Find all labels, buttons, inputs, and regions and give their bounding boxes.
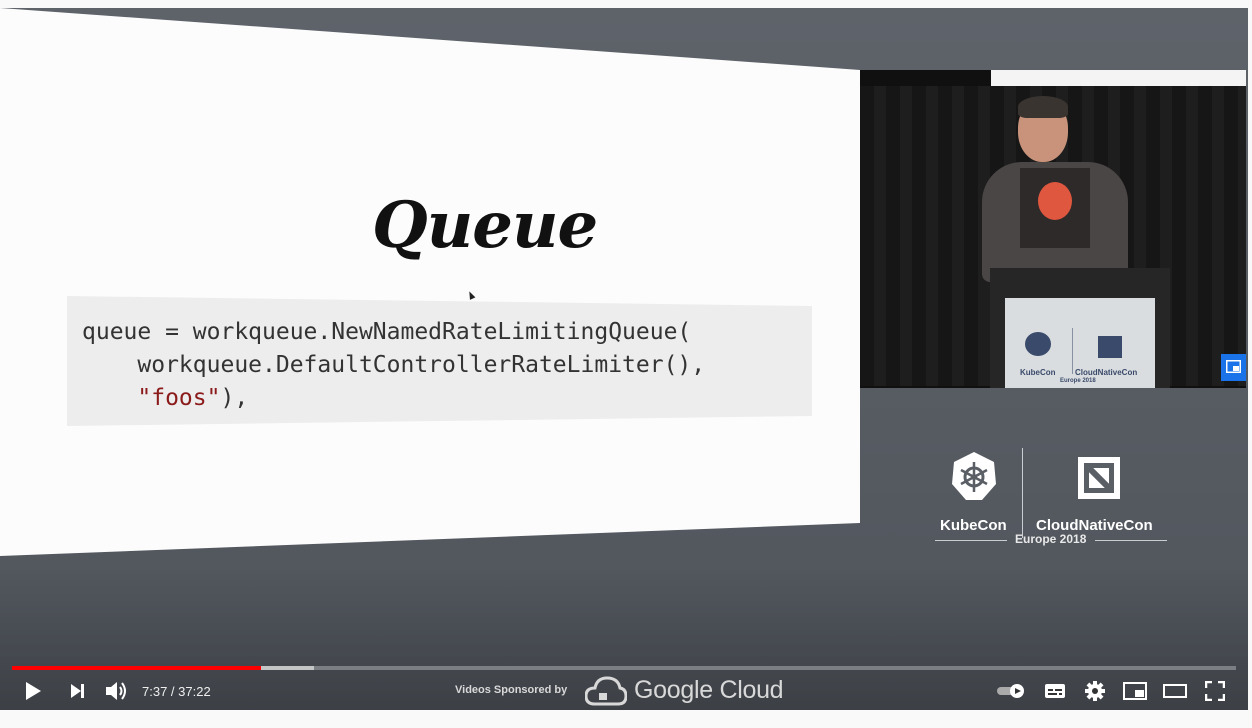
octopus-shirt-logo xyxy=(1038,182,1072,220)
code-block: queue = workqueue.NewNamedRateLimitingQu… xyxy=(82,316,705,415)
edition-rule-left xyxy=(935,540,1007,541)
sponsor-label: Videos Sponsored by xyxy=(455,684,568,696)
event-edition-label: Europe 2018 xyxy=(1015,532,1087,546)
cncf-logo-icon xyxy=(1078,457,1120,499)
next-button[interactable] xyxy=(64,678,90,704)
settings-button[interactable] xyxy=(1082,678,1108,704)
volume-icon xyxy=(106,682,126,700)
subtitles-icon xyxy=(1045,684,1065,698)
edition-rule-right xyxy=(1095,540,1167,541)
event-edition: Europe 2018 xyxy=(935,532,1167,548)
fullscreen-button[interactable] xyxy=(1202,678,1228,704)
autoplay-toggle[interactable] xyxy=(996,678,1026,704)
subtitles-button[interactable] xyxy=(1042,678,1068,704)
code-line: workqueue.DefaultControllerRateLimiter()… xyxy=(82,352,706,378)
podium-kubecon-icon xyxy=(1025,332,1051,356)
fullscreen-icon xyxy=(1205,681,1225,701)
code-suffix: ), xyxy=(220,385,249,411)
stage-light xyxy=(991,70,1246,86)
google-cloud-logo-text: Google Cloud xyxy=(634,676,784,704)
code-line: "foos"), xyxy=(82,382,705,415)
settings-icon xyxy=(1085,681,1105,701)
logo-divider xyxy=(1022,448,1023,538)
progress-bar[interactable] xyxy=(12,666,1236,670)
google-cloud-icon xyxy=(585,676,627,706)
time-display: 7:37 / 37:22 xyxy=(142,684,211,699)
progress-played xyxy=(12,666,261,670)
next-icon xyxy=(71,684,84,698)
slide-title: Queue xyxy=(372,188,598,263)
podium-cncf-label: CloudNativeCon xyxy=(1075,368,1138,377)
picture-in-picture-icon xyxy=(1226,360,1241,373)
volume-button[interactable] xyxy=(102,678,130,704)
code-string: "foos" xyxy=(137,385,221,411)
presentation-slide xyxy=(0,8,860,556)
kubecon-logo-icon xyxy=(952,452,996,500)
play-button[interactable] xyxy=(20,678,46,704)
picture-in-picture-button[interactable] xyxy=(1221,354,1246,381)
theater-mode-icon xyxy=(1163,684,1187,698)
podium-edition-label: Europe 2018 xyxy=(1060,378,1096,384)
autoplay-toggle-icon xyxy=(997,684,1024,698)
code-line: queue = workqueue.NewNamedRateLimitingQu… xyxy=(82,319,692,345)
miniplayer-icon xyxy=(1123,682,1147,700)
podium-cncf-icon xyxy=(1098,336,1122,358)
speaker-hair xyxy=(1018,96,1068,118)
podium-kubecon-label: KubeCon xyxy=(1020,368,1056,377)
play-icon xyxy=(26,682,41,700)
miniplayer-button[interactable] xyxy=(1122,678,1148,704)
speaker-camera-view: KubeCon CloudNativeCon Europe 2018 xyxy=(860,70,1246,388)
podium-divider xyxy=(1072,328,1073,374)
video-player[interactable]: Queue queue = workqueue.NewNamedRateLimi… xyxy=(0,8,1248,710)
theater-mode-button[interactable] xyxy=(1162,678,1188,704)
